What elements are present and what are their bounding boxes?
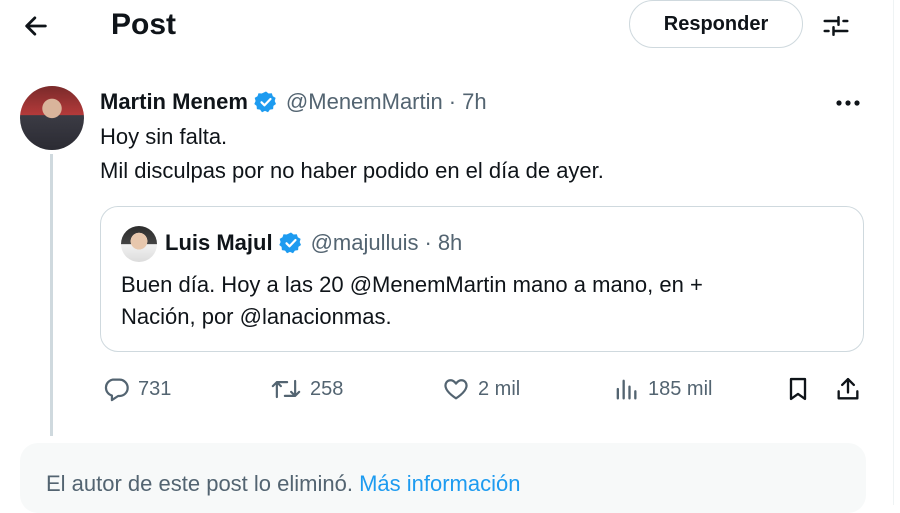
arrow-left-icon: [22, 12, 50, 40]
separator-dot: ·: [424, 230, 432, 255]
heart-icon: [442, 375, 470, 403]
reply-button[interactable]: Responder: [629, 0, 803, 48]
verified-badge-icon: [278, 231, 303, 255]
post-author-row: Martin Menem @MenemMartin · 7h: [100, 86, 487, 118]
post-text-line: Hoy sin falta.: [100, 124, 228, 149]
quoted-text-line: Nación, por @lanacionmas.: [121, 304, 392, 329]
quoted-text-line: Buen día. Hoy a las 20 @MenemMartin mano…: [121, 272, 703, 297]
share-icon: [834, 375, 862, 403]
quoted-author-handle: @majulluis: [310, 230, 419, 255]
more-button[interactable]: [830, 88, 866, 118]
post-text-line: Mil disculpas por no haber podido en el …: [100, 158, 604, 183]
like-count: 2 mil: [478, 377, 521, 400]
repost-icon: [270, 375, 302, 403]
page-title: Post: [111, 8, 177, 41]
more-icon: [834, 99, 862, 107]
quoted-avatar: [121, 226, 157, 262]
quoted-author-name: Luis Majul: [165, 230, 273, 255]
thread-line: [50, 154, 53, 436]
repost-count: 258: [310, 377, 344, 400]
author-handle[interactable]: @MenemMartin: [286, 89, 443, 115]
bookmark-icon: [784, 375, 812, 403]
views-count: 185 mil: [648, 377, 713, 400]
more-info-link[interactable]: Más información: [359, 471, 520, 496]
deleted-post-notice: El autor de este post lo eliminó. Más in…: [20, 443, 866, 513]
column-divider: [893, 0, 894, 505]
views-action[interactable]: 185 mil: [612, 370, 712, 408]
post-time[interactable]: 7h: [462, 89, 486, 115]
reply-count: 731: [138, 377, 172, 400]
verified-badge-icon: [254, 90, 278, 114]
quoted-post-text: Buen día. Hoy a las 20 @MenemMartin mano…: [121, 269, 841, 333]
notice-text-row: El autor de este post lo eliminó. Más in…: [46, 469, 520, 499]
views-chart-icon: [612, 375, 640, 403]
reply-action[interactable]: 731: [102, 370, 171, 408]
back-button[interactable]: [18, 8, 54, 44]
author-name[interactable]: Martin Menem: [100, 89, 248, 115]
post-text: Hoy sin falta. Mil disculpas por no habe…: [100, 120, 860, 188]
bookmark-action[interactable]: [784, 370, 812, 408]
like-action[interactable]: 2 mil: [442, 370, 520, 408]
separator-dot: ·: [448, 89, 457, 114]
notice-text: El autor de este post lo eliminó.: [46, 471, 353, 496]
quoted-post-time: 8h: [437, 230, 463, 255]
reply-icon: [102, 375, 130, 403]
repost-action[interactable]: 258: [270, 370, 343, 408]
share-action[interactable]: [834, 370, 862, 408]
settings-button[interactable]: [818, 8, 854, 44]
avatar[interactable]: [20, 86, 84, 150]
quoted-author-row: Luis Majul @majulluis · 8h: [165, 227, 462, 259]
post-actions: 731 258 2 mil 185 mil: [100, 370, 870, 408]
quoted-post[interactable]: Luis Majul @majulluis · 8h Buen día. Hoy…: [100, 206, 864, 352]
sliders-icon: [821, 11, 851, 41]
